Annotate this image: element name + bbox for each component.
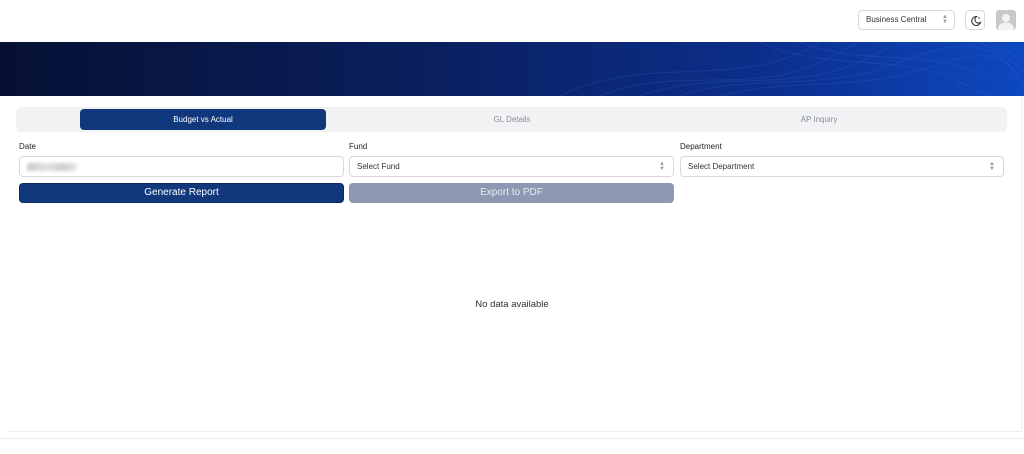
- fund-label: Fund: [349, 142, 368, 151]
- top-bar: Business Central ▲ ▼: [0, 0, 1024, 42]
- department-select[interactable]: Select Department ▲ ▼: [680, 156, 1004, 177]
- tab-gl-details[interactable]: GL Details: [389, 109, 635, 130]
- tab-ap-inquiry[interactable]: AP Inquiry: [696, 109, 942, 130]
- select-caret-icon: ▲ ▼: [942, 14, 948, 25]
- department-select-placeholder: Select Department: [688, 162, 755, 171]
- fund-select-placeholder: Select Fund: [357, 162, 400, 171]
- export-pdf-button[interactable]: Export to PDF: [349, 183, 674, 203]
- date-field[interactable]: [19, 156, 344, 177]
- empty-state-message: No data available: [475, 299, 549, 310]
- moon-sun-icon: [971, 15, 982, 27]
- header-banner: [0, 42, 1024, 96]
- main-panel: [8, 96, 1022, 432]
- environment-select-value: Business Central: [866, 15, 927, 24]
- date-value-obscured: [27, 163, 77, 171]
- select-caret-icon: ▲ ▼: [989, 161, 995, 172]
- footer-divider: [0, 438, 1024, 439]
- environment-select[interactable]: Business Central ▲ ▼: [858, 10, 955, 30]
- fund-select[interactable]: Select Fund ▲ ▼: [349, 156, 674, 177]
- theme-toggle-button[interactable]: [965, 10, 985, 30]
- report-tabs: Budget vs Actual GL Details AP Inquiry: [16, 107, 1007, 132]
- department-label: Department: [680, 142, 722, 151]
- date-label: Date: [19, 142, 36, 151]
- generate-report-button[interactable]: Generate Report: [19, 183, 344, 203]
- user-avatar-icon[interactable]: [996, 10, 1016, 30]
- tab-budget-vs-actual[interactable]: Budget vs Actual: [80, 109, 326, 130]
- select-caret-icon: ▲ ▼: [659, 161, 665, 172]
